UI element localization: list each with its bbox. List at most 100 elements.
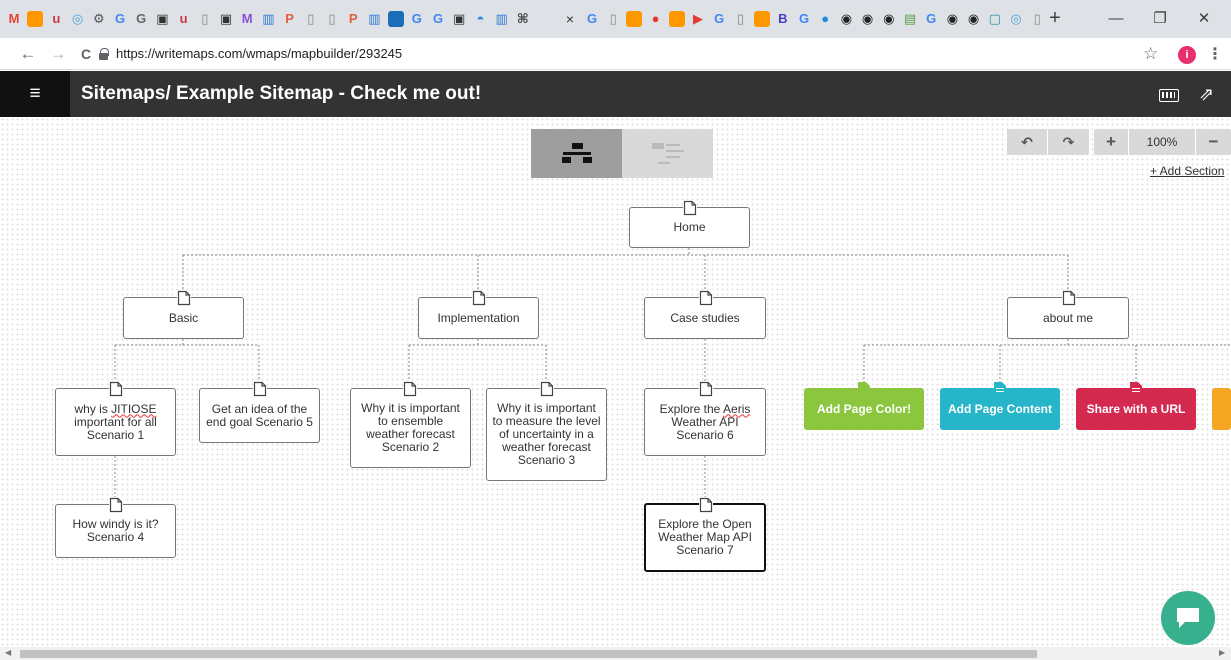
redo-button[interactable]: ↷ — [1048, 129, 1089, 155]
circle2-favicon[interactable]: ◎ — [1008, 11, 1024, 27]
node-scenario-3[interactable]: Why it is important to measure the level… — [486, 388, 607, 481]
button-label: Add Page Content — [948, 402, 1052, 416]
node-label: Case studies — [670, 310, 740, 325]
github5-favicon[interactable]: ◉ — [966, 11, 982, 27]
zoom-in-button[interactable]: + — [1094, 129, 1128, 155]
book3-favicon[interactable]: ▣ — [451, 11, 467, 27]
google7-favicon[interactable]: G — [923, 11, 939, 27]
undo-button[interactable]: ↶ — [1007, 129, 1047, 155]
page6-favicon[interactable]: ▯ — [1029, 11, 1045, 27]
profile-avatar[interactable]: i — [1178, 46, 1196, 64]
orange3-favicon[interactable] — [668, 11, 685, 27]
page3-favicon[interactable]: ▯ — [324, 11, 340, 27]
b-favicon[interactable]: B — [775, 11, 791, 27]
page5-favicon[interactable]: ▯ — [732, 11, 748, 27]
sitemap-canvas[interactable]: ↶ ↷ + 100% − + Add Section Home Basic Im… — [0, 117, 1231, 647]
tree-view-button[interactable] — [531, 129, 622, 178]
horizontal-scrollbar[interactable]: ◀ ▶ — [0, 647, 1231, 660]
page-icon — [699, 290, 713, 306]
google5-favicon[interactable]: G — [711, 11, 727, 27]
page-content-icon — [994, 382, 1006, 395]
blue-circle-favicon[interactable]: ● — [817, 11, 833, 27]
node-label: Home — [673, 220, 706, 234]
bars3-favicon[interactable]: ▥ — [494, 11, 510, 27]
reload-button[interactable]: C — [74, 42, 98, 66]
bookmark-star-icon[interactable]: ☆ — [1143, 44, 1158, 64]
youtube-favicon[interactable]: ▶ — [690, 11, 706, 27]
gear-favicon[interactable]: ⚙ — [91, 11, 107, 27]
page-icon — [109, 497, 123, 513]
sitemap-favicon[interactable]: ⌘ — [515, 11, 531, 27]
share-icon[interactable]: ⇗ — [1199, 84, 1214, 105]
book-favicon[interactable]: ▣ — [154, 11, 170, 27]
list-view-button[interactable] — [622, 129, 713, 178]
chat-button[interactable] — [1161, 591, 1215, 645]
m-favicon[interactable]: M — [239, 11, 255, 27]
hamburger-menu-button[interactable]: ≡ — [0, 71, 70, 117]
button-label: Share with a URL — [1086, 402, 1186, 416]
minimize-button[interactable]: — — [1104, 7, 1128, 31]
g-doc-favicon[interactable]: G — [133, 11, 149, 27]
orange-favicon[interactable] — [27, 11, 44, 27]
sitemap-connectors — [114, 248, 1231, 497]
page-icon — [253, 381, 267, 397]
node-scenario-7[interactable]: Explore the Open Weather Map API Scenari… — [644, 503, 766, 572]
green-favicon[interactable]: ▤ — [902, 11, 918, 27]
drop-favicon[interactable]: ◓ — [472, 11, 488, 27]
back-button[interactable]: ← — [16, 42, 40, 66]
button-label: Add Page Color! — [816, 402, 911, 416]
bars2-favicon[interactable]: ▥ — [366, 11, 382, 27]
google4-favicon[interactable]: G — [584, 11, 600, 27]
node-scenario-1[interactable]: why is JITIOSE important for all Scenari… — [55, 388, 176, 456]
google3-favicon[interactable]: G — [430, 11, 446, 27]
node-label: Explore the Open Weather Map API Scenari… — [658, 517, 752, 557]
p2-favicon[interactable]: P — [345, 11, 361, 27]
node-label: Why it is important to ensemble weather … — [361, 401, 460, 454]
list-view-icon — [652, 143, 684, 164]
scroll-left-arrow[interactable]: ◀ — [5, 648, 11, 657]
github2-favicon[interactable]: ◉ — [860, 11, 876, 27]
google6-favicon[interactable]: G — [796, 11, 812, 27]
node-label: Why it is important to measure the level… — [492, 401, 601, 467]
restore-button[interactable]: ❐ — [1148, 7, 1172, 31]
more-action-button[interactable] — [1212, 388, 1231, 430]
scroll-right-arrow[interactable]: ▶ — [1219, 648, 1225, 657]
circle-favicon[interactable]: ◎ — [70, 11, 86, 27]
node-scenario-6[interactable]: Explore the Aeris Weather API Scenario 6 — [644, 388, 766, 456]
url-field[interactable]: https://writemaps.com/wmaps/mapbuilder/2… — [116, 46, 402, 61]
browser-address-bar: ← → C https://writemaps.com/wmaps/mapbui… — [0, 38, 1231, 70]
page-icon — [540, 381, 554, 397]
google2-favicon[interactable]: G — [409, 11, 425, 27]
square-favicon[interactable] — [387, 11, 404, 27]
close-window-button[interactable]: ✕ — [1192, 7, 1216, 31]
browser-menu-icon[interactable]: ⋮ — [1207, 44, 1223, 64]
close-tab-icon[interactable]: × — [561, 9, 579, 29]
p-favicon[interactable]: P — [282, 11, 298, 27]
page-icon — [109, 381, 123, 397]
page4-favicon[interactable]: ▯ — [605, 11, 621, 27]
github4-favicon[interactable]: ◉ — [944, 11, 960, 27]
forward-button[interactable]: → — [46, 42, 70, 66]
node-scenario-2[interactable]: Why it is important to ensemble weather … — [350, 388, 471, 468]
gmail-favicon[interactable]: M — [6, 11, 22, 27]
keyboard-icon[interactable] — [1159, 89, 1179, 102]
orange2-favicon[interactable] — [626, 11, 643, 27]
zoom-out-button[interactable]: − — [1196, 129, 1231, 155]
github3-favicon[interactable]: ◉ — [881, 11, 897, 27]
red-circle-favicon[interactable]: ● — [648, 11, 664, 27]
node-label: How windy is it? Scenario 4 — [72, 517, 159, 544]
u2-favicon[interactable]: u — [176, 11, 192, 27]
google-favicon[interactable]: G — [112, 11, 128, 27]
orange4-favicon[interactable] — [753, 11, 770, 27]
page2-favicon[interactable]: ▯ — [303, 11, 319, 27]
u-favicon[interactable]: u — [48, 11, 64, 27]
new-tab-button[interactable]: + — [1044, 7, 1066, 29]
add-section-link[interactable]: + Add Section — [1150, 164, 1224, 178]
node-label: Basic — [168, 310, 199, 325]
scrollbar-thumb[interactable] — [20, 650, 1037, 658]
book2-favicon[interactable]: ▣ — [218, 11, 234, 27]
page-favicon[interactable]: ▯ — [197, 11, 213, 27]
github-favicon[interactable]: ◉ — [838, 11, 854, 27]
teal-favicon[interactable]: ▢ — [987, 11, 1003, 27]
bars-favicon[interactable]: ▥ — [260, 11, 276, 27]
